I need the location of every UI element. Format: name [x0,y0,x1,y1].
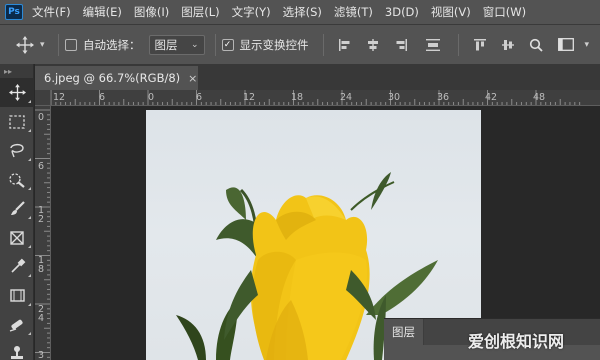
site-watermark: 爱创根知识网 [468,332,565,351]
align-top-edges-icon[interactable] [469,34,491,56]
ruler-origin[interactable] [35,90,51,106]
ruler-tick-label: 6 [38,161,45,172]
menu-edit[interactable]: 编辑(E) [83,4,122,20]
collapse-icon[interactable]: ▸▸ [0,64,33,78]
move-tool-preset-icon[interactable] [10,30,40,60]
tool-flyout-indicator [28,332,31,335]
ruler-tick-label: 48 [533,92,546,103]
tool-flyout-indicator [28,129,31,132]
document-tab-label: 6.jpeg @ 66.7%(RGB/8) [44,71,181,85]
chevron-down-icon: ⌄ [190,39,199,50]
chevron-down-icon[interactable]: ▾ [585,40,597,50]
eyedropper-tool-icon[interactable] [0,252,34,281]
ruler-tick-label: 6 [99,92,106,103]
show-transform-label: 显示变换控件 [239,37,309,52]
auto-select-checkbox[interactable] [65,38,77,51]
distribute-vertical-icon[interactable] [422,34,444,56]
align-left-edges-icon[interactable] [334,34,356,56]
menu-3d[interactable]: 3D(D) [385,5,419,19]
menu-filter[interactable]: 滤镜(T) [334,4,373,20]
ruler-tick-label: 1 8 [38,255,45,275]
divider [214,33,216,56]
chevron-down-icon[interactable]: ▾ [40,40,52,50]
auto-select-label: 自动选择： [83,37,141,52]
lasso-tool-icon[interactable] [0,136,34,165]
divider [457,33,459,56]
auto-select-target-dropdown[interactable]: 图层 ⌄ [148,34,205,55]
marquee-tool-icon[interactable] [0,107,34,136]
close-icon[interactable]: × [188,72,197,85]
ruler-tick-label: 36 [437,92,450,103]
tool-flyout-indicator [28,303,31,306]
align-right-edges-icon[interactable] [390,34,412,56]
auto-select-target-value: 图层 [154,37,178,52]
layers-panel-tab[interactable]: 图层 [384,319,424,345]
menu-bar: Ps 文件(F) 编辑(E) 图像(I) 图层(L) 文字(Y) 选择(S) 滤… [0,0,600,24]
tool-flyout-indicator [28,216,31,219]
divider [58,33,59,56]
vertical-ruler[interactable]: 0 6 1 2 1 8 2 4 3 [35,106,51,360]
tool-flyout-indicator [28,187,31,190]
ruler-tick-label: 1 2 [38,205,45,225]
menu-window[interactable]: 窗口(W) [483,4,526,20]
document-tab[interactable]: 6.jpeg @ 66.7%(RGB/8) × [35,66,198,90]
menu-image[interactable]: 图像(I) [134,4,169,20]
photoshop-logo[interactable]: Ps [5,4,23,20]
ruler-tick-label: 18 [291,92,304,103]
menu-type[interactable]: 文字(Y) [232,4,271,20]
crop-tool-icon[interactable] [0,223,34,252]
ruler-tick-label: 3 [38,350,45,360]
ruler-tick-label: 42 [485,92,498,103]
divider [322,33,324,56]
healing-brush-tool-icon[interactable] [0,310,34,339]
clone-stamp-tool-icon[interactable] [0,339,34,360]
ruler-tick-label: 12 [53,92,66,103]
ruler-tick-label: 24 [340,92,353,103]
tools-panel: ▸▸ [0,64,34,360]
ruler-tick-label: 6 [196,92,203,103]
ruler-tick-label: 0 [148,92,155,103]
tool-flyout-indicator [28,158,31,161]
menu-view[interactable]: 视图(V) [431,4,471,20]
tool-flyout-indicator [28,245,31,248]
ruler-tick-label: 30 [388,92,401,103]
menu-file[interactable]: 文件(F) [32,4,71,20]
tool-flyout-indicator [28,100,31,103]
options-bar: ▾ 自动选择： 图层 ⌄ ✓ 显示变换控件 ▾ [0,24,600,64]
horizontal-ruler[interactable]: 12 6 0 6 12 18 24 30 36 42 48 [51,90,600,106]
tool-flyout-indicator [28,274,31,277]
move-tool-icon[interactable] [0,78,34,107]
document-tab-strip: 6.jpeg @ 66.7%(RGB/8) × [35,64,600,90]
ruler-tick-label: 0 [38,112,45,123]
align-horizontal-centers-icon[interactable] [362,34,384,56]
ruler-tick-label: 2 4 [38,304,45,324]
frame-tool-icon[interactable] [0,281,34,310]
menu-select[interactable]: 选择(S) [283,4,322,20]
search-icon[interactable] [525,34,547,56]
show-transform-checkbox[interactable]: ✓ [221,38,234,51]
ruler-tick-label: 12 [243,92,256,103]
workspace-icon[interactable] [553,34,579,56]
brush-tool-icon[interactable] [0,194,34,223]
quick-selection-tool-icon[interactable] [0,165,34,194]
menu-layer[interactable]: 图层(L) [181,4,219,20]
align-vertical-centers-icon[interactable] [497,34,519,56]
